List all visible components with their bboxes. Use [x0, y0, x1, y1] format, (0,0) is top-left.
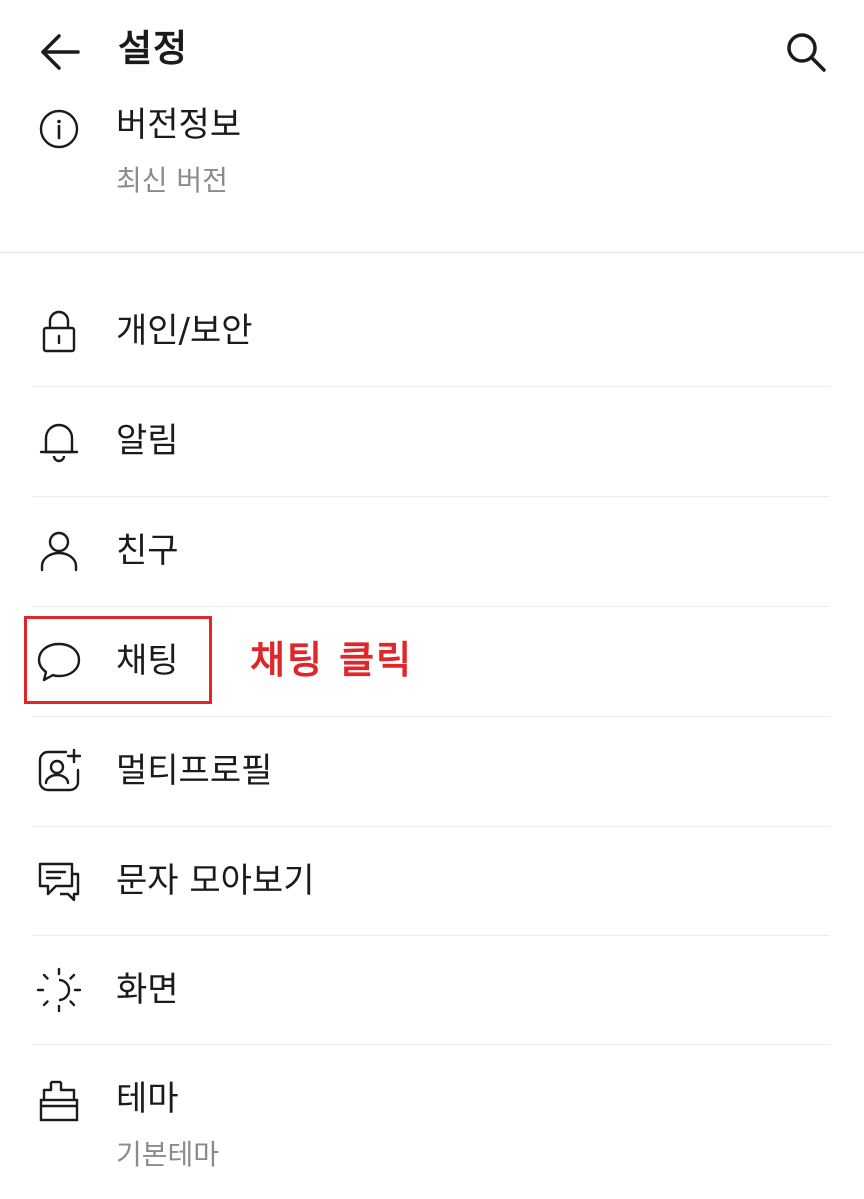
settings-item-label: 개인/보안 — [116, 311, 253, 351]
settings-item-notifications[interactable]: 알림 — [0, 388, 864, 496]
item-divider — [32, 716, 830, 717]
settings-item-label: 화면 — [116, 970, 179, 1010]
settings-item-label: 문자 모아보기 — [116, 861, 315, 901]
settings-item-friends[interactable]: 친구 — [0, 498, 864, 606]
settings-item-label: 멀티프로필 — [116, 751, 273, 791]
item-divider — [32, 496, 830, 497]
search-button[interactable] — [784, 30, 828, 74]
settings-item-multi-profile[interactable]: 멀티프로필 — [0, 718, 864, 826]
arrow-left-icon — [41, 34, 80, 70]
lock-icon — [34, 306, 84, 356]
person-icon — [34, 526, 84, 576]
item-divider — [32, 386, 830, 387]
version-label: 버전정보 — [116, 105, 242, 145]
annotation-text: 채팅 클릭 — [250, 638, 414, 682]
item-divider — [32, 1044, 830, 1045]
settings-item-theme[interactable]: 테마 기본테마 — [0, 1046, 864, 1199]
info-icon — [34, 104, 84, 154]
item-divider — [32, 935, 830, 936]
settings-item-label: 친구 — [116, 531, 179, 571]
messages-icon — [34, 856, 84, 906]
settings-item-sub: 기본테마 — [116, 1138, 220, 1171]
settings-item-privacy[interactable]: 개인/보안 — [0, 278, 864, 386]
highlight-box — [24, 616, 212, 704]
page-title: 설정 — [118, 27, 189, 70]
add-profile-icon — [34, 746, 84, 796]
item-divider — [32, 606, 830, 607]
settings-item-label: 테마 — [116, 1079, 179, 1119]
search-icon — [787, 33, 826, 72]
brightness-icon — [34, 965, 84, 1015]
settings-item-sms[interactable]: 문자 모아보기 — [0, 828, 864, 936]
section-divider — [0, 252, 864, 253]
app-header: 설정 — [0, 0, 864, 100]
settings-item-display[interactable]: 화면 — [0, 937, 864, 1045]
brush-icon — [34, 1076, 84, 1126]
back-button[interactable] — [36, 30, 82, 74]
settings-item-label: 알림 — [116, 421, 179, 461]
item-divider — [32, 826, 830, 827]
bell-icon — [34, 416, 84, 466]
version-status: 최신 버전 — [116, 164, 228, 197]
